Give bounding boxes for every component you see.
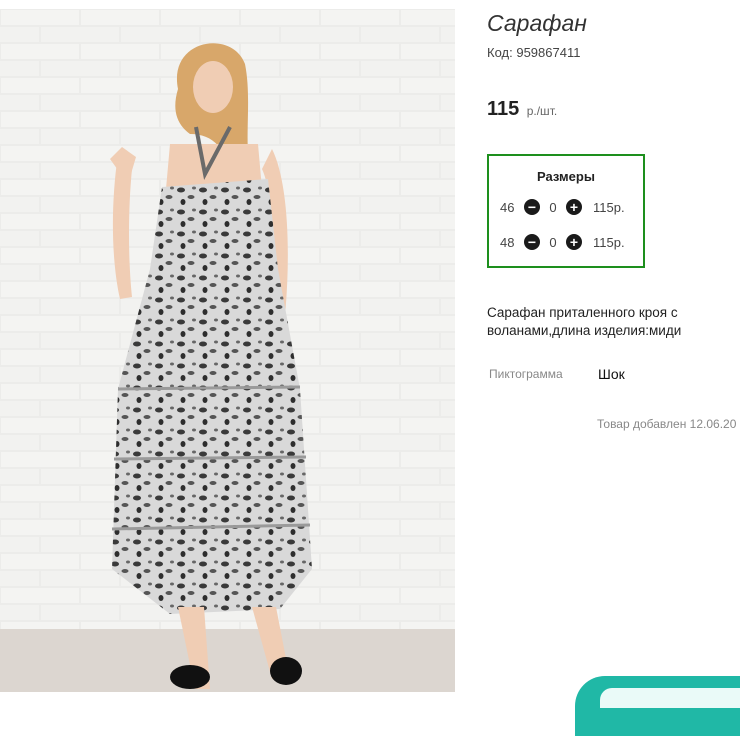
chat-widget-inner [600,688,740,708]
sizes-title: Размеры [537,169,595,184]
product-description: Сарафан приталенного кроя с воланами,дли… [487,305,682,338]
product-title: Сарафан [487,10,587,36]
product-image [0,9,455,692]
minus-circle-icon[interactable]: − [524,199,540,215]
property-label: Пиктограмма [489,367,563,381]
property-value: Шок [598,366,625,382]
price-value: 115 [487,98,520,120]
size-row: 48 − 0 + 115р. [500,233,625,251]
sizes-panel: Размеры 46 − 0 + 115р. 48 − 0 + 115р. [487,154,645,268]
quantity-value[interactable]: 0 [545,235,561,250]
product-photo[interactable] [0,9,455,692]
size-price: 115р. [593,234,625,250]
size-price: 115р. [593,199,625,215]
product-code-label: Код: [487,45,513,60]
size-row: 46 − 0 + 115р. [500,198,625,216]
price: 115 р./шт. [487,98,557,121]
product-code-value: 959867411 [516,45,581,60]
size-label: 46 [500,199,515,215]
minus-circle-icon[interactable]: − [524,234,540,250]
plus-circle-icon[interactable]: + [566,199,582,215]
size-label: 48 [500,234,515,250]
plus-circle-icon[interactable]: + [566,234,582,250]
quantity-value[interactable]: 0 [545,200,561,215]
price-unit: р./шт. [526,104,558,118]
product-code: Код: 959867411 [487,45,580,60]
added-date: Товар добавлен 12.06.20 [597,417,737,431]
